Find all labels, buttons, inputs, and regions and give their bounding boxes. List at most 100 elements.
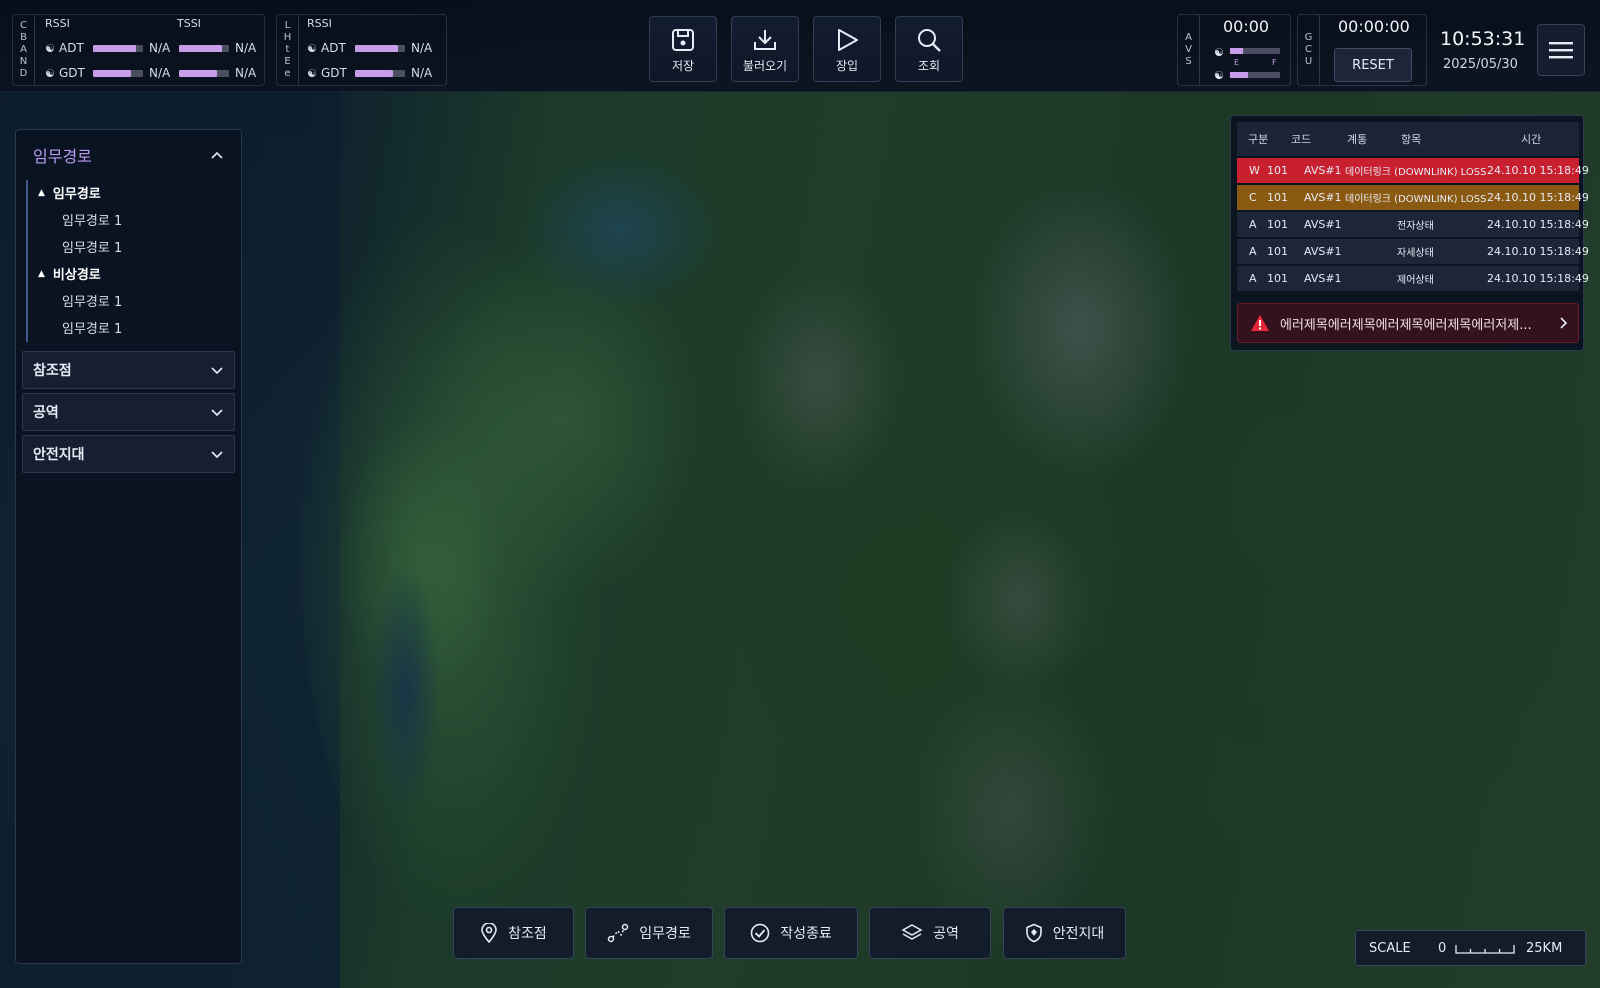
- antenna-icon: ☯: [1214, 69, 1224, 82]
- button-label: 공역: [933, 926, 959, 942]
- avs-gauge-bottom: [1230, 72, 1280, 78]
- add-safe-zone-button[interactable]: 안전지대: [1003, 907, 1126, 959]
- button-label: 작성종료: [780, 926, 832, 942]
- cband-rssi-header: RSSI: [45, 17, 70, 30]
- section-title: 안전지대: [33, 447, 85, 463]
- scale-min: 0: [1438, 941, 1447, 956]
- scale-max: 25KM: [1526, 941, 1563, 956]
- add-reference-point-button[interactable]: 참조점: [453, 907, 574, 959]
- scale-ruler-icon: [1455, 945, 1515, 954]
- save-icon: [672, 29, 694, 51]
- alarm-row[interactable]: A 101 AVS#1 제어상태 24.10.10 15:18:49: [1237, 266, 1589, 291]
- location-pin-icon: [481, 923, 497, 943]
- header-system: 계통: [1347, 133, 1368, 146]
- triangle-up-icon: ▲: [38, 268, 45, 279]
- lhtee-gdt-rssi-bar: [355, 69, 405, 77]
- lhtee-vertical-label: L H t E e: [277, 15, 299, 85]
- tree-item[interactable]: 임무경로 1: [62, 210, 122, 229]
- add-mission-route-button[interactable]: 임무경로: [585, 907, 713, 959]
- antenna-icon: ☯: [307, 41, 317, 55]
- clock-date: 2025/05/30: [1443, 57, 1518, 72]
- tree-group-mission-route[interactable]: ▲ 임무경로: [38, 183, 101, 202]
- top-status-bar: C B A N D RSSI TSSI ☯ ADT N/A N/A ☯ GDT …: [0, 0, 1600, 92]
- cband-gdt-tssi-bar: [179, 69, 229, 77]
- section-airspace[interactable]: 공역: [22, 393, 235, 431]
- reset-button[interactable]: RESET: [1334, 48, 1412, 82]
- alarm-message-banner[interactable]: 에러제목에러제목에러제목에러제목에러저제...: [1237, 303, 1579, 343]
- tree-item[interactable]: 임무경로 1: [62, 237, 122, 256]
- add-airspace-button[interactable]: 공역: [869, 907, 991, 959]
- alarm-item: 제어상태: [1397, 275, 1434, 286]
- alarm-panel: 구분 코드 계통 항목 시간 W 101 AVS#1 데이터링크 (DOWNLINK)…: [1230, 115, 1589, 351]
- hamburger-menu-icon: [1549, 42, 1573, 59]
- alarm-level: A: [1249, 272, 1257, 285]
- load-button-label: 불러오기: [742, 59, 788, 73]
- header-time: 시간: [1521, 133, 1542, 146]
- save-button[interactable]: 저장: [649, 16, 717, 82]
- alarm-item: 데이터링크 (DOWNLINK) LOSS: [1345, 167, 1487, 178]
- mission-sidebar: 임무경로 ▲ 임무경로 임무경로 1 임무경로 1 ▲ 비상경로 임무경로 1 …: [15, 129, 242, 964]
- alarm-code: 101: [1267, 218, 1288, 231]
- chevron-down-icon: [211, 367, 223, 375]
- section-reference-point[interactable]: 참조점: [22, 351, 235, 389]
- cband-adt-tssi-bar: [179, 44, 229, 52]
- triangle-up-icon: ▲: [38, 187, 45, 198]
- cband-gdt-tssi-value: N/A: [235, 66, 257, 80]
- menu-button[interactable]: [1537, 24, 1585, 76]
- cband-adt-rssi-bar: [93, 44, 143, 52]
- lhtee-adt-rssi-value: N/A: [411, 41, 433, 55]
- alarm-level: A: [1249, 218, 1257, 231]
- download-icon: [754, 30, 776, 50]
- alarm-system: AVS#1: [1304, 218, 1342, 231]
- map-scale: SCALE 0 25KM: [1355, 930, 1586, 966]
- tree-item[interactable]: 임무경로 1: [62, 318, 122, 337]
- antenna-icon: ☯: [45, 41, 55, 55]
- section-title: 참조점: [33, 363, 72, 379]
- cband-tssi-header: TSSI: [177, 17, 201, 30]
- upload-mission-button[interactable]: 장입: [813, 16, 881, 82]
- alarm-row[interactable]: A 101 AVS#1 자세상태 24.10.10 15:18:49: [1237, 239, 1589, 264]
- avs-gauge-top: [1230, 48, 1280, 54]
- upload-mission-button-label: 장입: [835, 59, 859, 73]
- alarm-row[interactable]: A 101 AVS#1 전자상태 24.10.10 15:18:49: [1237, 212, 1589, 237]
- finish-editing-button[interactable]: 작성종료: [724, 907, 858, 959]
- alarm-level: A: [1249, 245, 1257, 258]
- alarm-item: 전자상태: [1397, 221, 1434, 232]
- header-item: 항목: [1401, 133, 1422, 146]
- chevron-up-icon: [211, 151, 223, 159]
- warning-icon: [1251, 315, 1269, 331]
- gauge-empty-letter: E: [1234, 58, 1240, 67]
- alarm-time: 24.10.10 15:18:49: [1487, 218, 1589, 231]
- header-level: 구분: [1248, 133, 1269, 146]
- query-button-label: 조회: [917, 59, 941, 73]
- check-circle-icon: [750, 923, 770, 943]
- section-safe-zone[interactable]: 안전지대: [22, 435, 235, 473]
- route-icon: [607, 923, 629, 943]
- alarm-message-text: 에러제목에러제목에러제목에러제목에러저제...: [1280, 317, 1532, 333]
- avs-time: 00:00: [1223, 17, 1270, 36]
- lhtee-link-panel: L H t E e RSSI ☯ ADT N/A ☯ GDT N/A: [276, 14, 447, 86]
- antenna-icon: ☯: [307, 66, 317, 80]
- save-button-label: 저장: [671, 59, 695, 73]
- alarm-level: W: [1249, 164, 1260, 177]
- lhtee-gdt-rssi-value: N/A: [411, 66, 433, 80]
- alarm-time: 24.10.10 15:18:49: [1487, 272, 1589, 285]
- alarm-code: 101: [1267, 272, 1288, 285]
- load-button[interactable]: 불러오기: [731, 16, 799, 82]
- tree-group-emergency-route[interactable]: ▲ 비상경로: [38, 264, 101, 283]
- clock-time: 10:53:31: [1440, 28, 1526, 50]
- tree-item[interactable]: 임무경로 1: [62, 291, 122, 310]
- alarm-row[interactable]: W 101 AVS#1 데이터링크 (DOWNLINK) LOSS 24.10.10 1…: [1237, 158, 1589, 183]
- gcu-time: 00:00:00: [1338, 17, 1410, 36]
- alarm-code: 101: [1267, 191, 1288, 204]
- alarm-system: AVS#1: [1304, 272, 1342, 285]
- antenna-icon: ☯: [1214, 46, 1224, 59]
- query-button[interactable]: 조회: [895, 16, 963, 82]
- alarm-system: AVS#1: [1304, 191, 1342, 204]
- map-inlet-area: [370, 560, 440, 820]
- map-bay-area: [520, 150, 720, 310]
- section-mission-route[interactable]: 임무경로: [22, 136, 235, 174]
- gcu-vertical-label: G C U: [1298, 15, 1320, 85]
- alarm-row[interactable]: C 101 AVS#1 데이터링크 (DOWNLINK) LOSS 24.10.10 1…: [1237, 185, 1589, 210]
- shield-icon: [1025, 923, 1042, 943]
